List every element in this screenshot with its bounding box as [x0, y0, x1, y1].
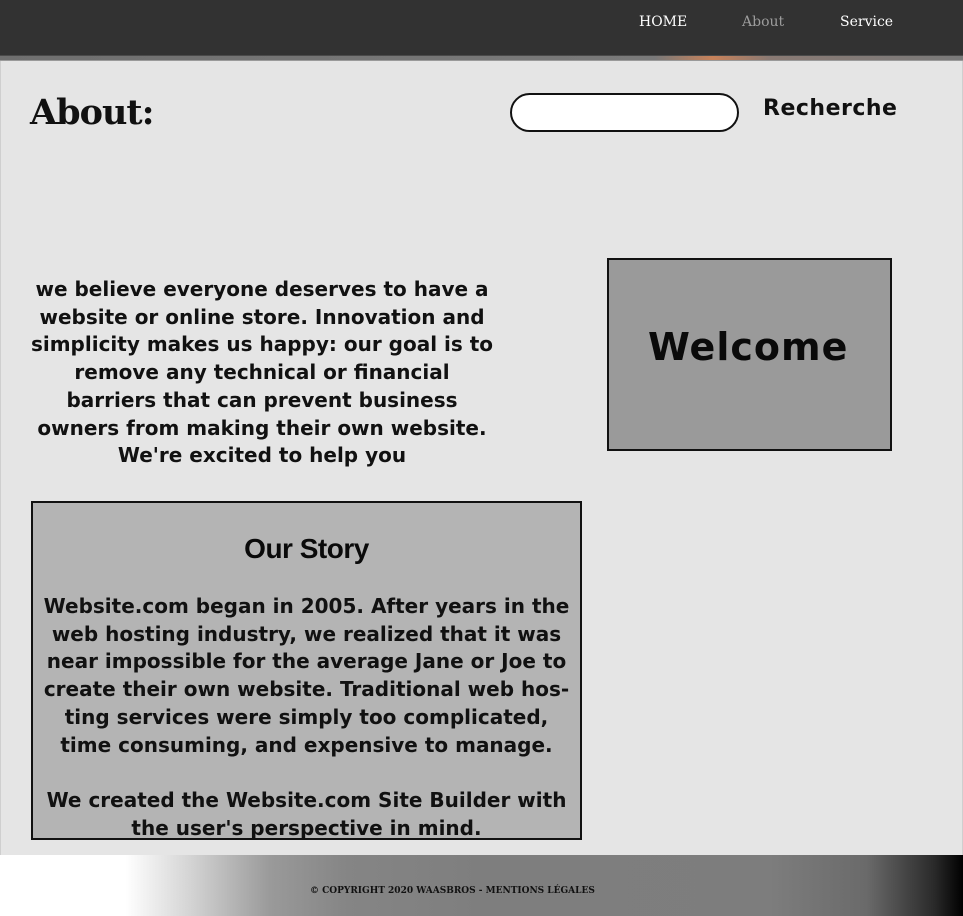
search-input[interactable]: [510, 93, 739, 132]
our-story-section: Our Story Website.com began in 2005. Aft…: [31, 501, 582, 840]
footer-copyright[interactable]: © COPYRIGHT 2020 WAASBROS - MENTIONS LÉG…: [310, 886, 595, 896]
our-story-paragraph: Website.com began in 2005. After years i…: [43, 594, 570, 757]
page-title: About:: [30, 92, 155, 133]
our-story-title: Our Story: [244, 533, 369, 564]
nav-item-about[interactable]: About: [742, 14, 784, 30]
our-story-body: Website.com began in 2005. After years i…: [39, 593, 574, 840]
header-divider: [0, 55, 963, 61]
nav-item-service[interactable]: Service: [840, 14, 893, 30]
welcome-text: Welcome: [648, 325, 849, 369]
footer: © COPYRIGHT 2020 WAASBROS - MENTIONS LÉG…: [0, 855, 963, 916]
intro-paragraph: we believe everyone deserves to have a w…: [30, 277, 494, 468]
our-story-paragraph: We created the Website.com Site Builder …: [46, 787, 567, 840]
nav-item-home[interactable]: HOME: [639, 14, 687, 30]
search-button[interactable]: Recherche: [763, 96, 897, 121]
top-navigation-bar: HOME About Service: [0, 0, 963, 55]
welcome-banner: Welcome: [607, 258, 892, 451]
